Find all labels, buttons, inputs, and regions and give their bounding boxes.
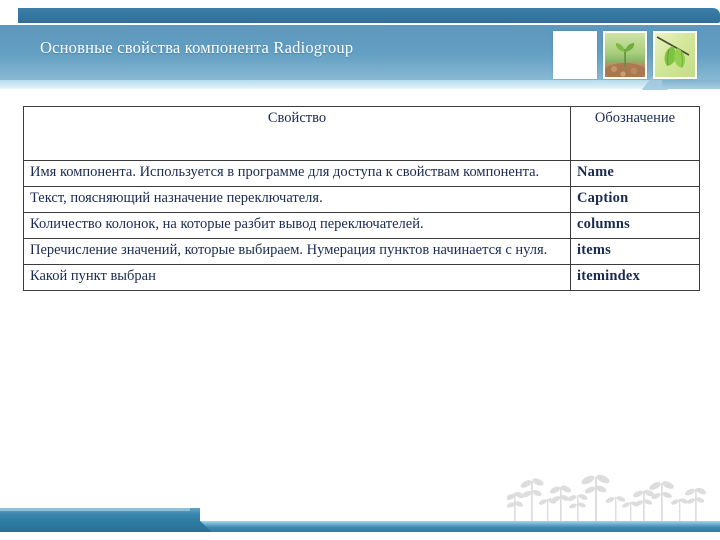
property-code: Name	[570, 160, 700, 187]
property-description: Перечисление значений, которые выбираем.…	[23, 237, 571, 265]
column-header-designation: Обозначение	[570, 106, 700, 161]
table-row: Какой пункт выбран itemindex	[23, 263, 700, 291]
header-top-accent-bar	[18, 8, 720, 23]
property-code: itemindex	[570, 263, 700, 291]
header-underline-strip	[0, 80, 720, 89]
column-header-property: Свойство	[23, 106, 571, 161]
table-row: Имя компонента. Используется в программе…	[23, 160, 700, 187]
property-description: Количество колонок, на которые разбит вы…	[23, 211, 571, 239]
footer-thick-bar	[0, 508, 200, 532]
slide-root: { "header": { "title": "Основные свойств…	[0, 0, 720, 540]
leaves-thumbnail	[653, 31, 697, 79]
table-row: Перечисление значений, которые выбираем.…	[23, 237, 700, 265]
page-title: Основные свойства компонента Radiogroup	[40, 38, 354, 57]
slide-header: Основные свойства компонента Radiogroup	[0, 0, 720, 95]
header-underline-notch	[662, 80, 720, 89]
sprout-thumbnail	[603, 31, 647, 79]
property-code: Caption	[570, 185, 700, 213]
properties-table: Свойство Обозначение Имя компонента. Исп…	[23, 106, 700, 291]
property-code: columns	[570, 211, 700, 239]
slide-footer	[0, 474, 720, 540]
leaf-branch-icon	[656, 36, 690, 68]
table-row: Количество колонок, на которые разбит вы…	[23, 211, 700, 239]
blank-thumbnail	[553, 31, 597, 79]
table-header-row: Свойство Обозначение	[23, 106, 700, 161]
table-row: Текст, поясняющий назначение переключате…	[23, 185, 700, 213]
property-description: Имя компонента. Используется в программе…	[23, 160, 571, 187]
property-description: Текст, поясняющий назначение переключате…	[23, 185, 571, 213]
sprout-icon	[605, 43, 645, 77]
grass-decoration-icon	[507, 474, 707, 521]
property-code: items	[570, 237, 700, 265]
footer-bar-highlight	[0, 508, 190, 511]
property-description: Какой пункт выбран	[23, 263, 571, 291]
table-head: Свойство Обозначение	[23, 106, 700, 161]
table-body: Имя компонента. Используется в программе…	[23, 160, 700, 291]
header-thumbnail-strip	[553, 31, 703, 79]
